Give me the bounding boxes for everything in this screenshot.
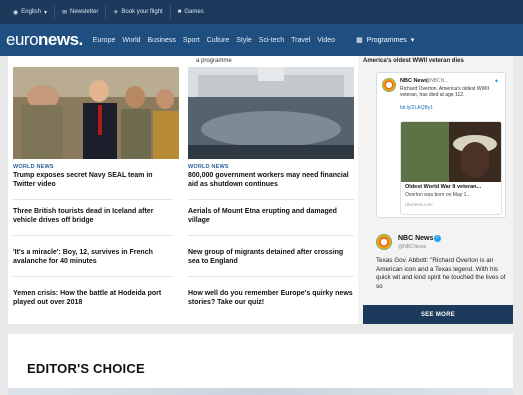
tweet-author: NBC News: [400, 78, 428, 84]
tweet-link-card[interactable]: Oldest World War II veteran... Overton w…: [400, 121, 502, 215]
chevron-down-icon: ▾: [43, 9, 47, 16]
games-label: Games: [184, 9, 204, 15]
nav-sport[interactable]: Sport: [183, 37, 200, 44]
nbc-name: NBC News: [398, 235, 434, 242]
verified-check-icon: ✓: [434, 235, 441, 242]
capitol-photo: [188, 67, 354, 159]
editors-choice-section: EDITOR'S CHOICE: [8, 334, 513, 395]
newsletter-label: Newsletter: [69, 9, 99, 15]
grid-icon: ▦: [356, 37, 363, 44]
editors-choice-thumbnails[interactable]: [8, 388, 513, 395]
trump-troops-photo: [13, 67, 179, 159]
tweet-link[interactable]: bit.ly/2LAQBy1: [400, 105, 502, 111]
card-description: Overton was born on May 1...: [405, 192, 471, 198]
twitter-bird-icon: ✦: [493, 79, 499, 85]
euronews-logo[interactable]: euronews.: [6, 30, 83, 50]
divider: [13, 199, 173, 200]
nav-style[interactable]: Style: [236, 37, 252, 44]
headline-link[interactable]: 800,000 government workers may need fina…: [188, 172, 354, 189]
veteran-image: [401, 122, 501, 182]
games-link[interactable]: ■ Games: [171, 5, 211, 19]
nav-europe[interactable]: Europe: [93, 37, 116, 44]
logo-text-b: news.: [38, 30, 83, 49]
book-flight-label: Book your flight: [121, 9, 163, 15]
globe-icon: ◉: [13, 9, 19, 16]
nbc-peacock-avatar: [376, 234, 392, 250]
headline-link[interactable]: Three British tourists dead in Iceland a…: [13, 208, 173, 225]
tweet-handle: @NBCN...: [425, 78, 449, 84]
language-selector[interactable]: ◉ English ▾: [6, 5, 55, 19]
tweet-text: Richard Overton, America's oldest WWII v…: [400, 86, 490, 98]
veteran-photo: [401, 122, 501, 182]
top-utility-bar: ◉ English ▾ ✉ Newsletter ✈ Book your fli…: [0, 0, 523, 24]
nav-world[interactable]: World: [122, 37, 140, 44]
chevron-down-icon: ▾: [410, 37, 415, 44]
programmes-label: Programmes: [366, 36, 407, 44]
category-label[interactable]: WORLD NEWS: [188, 164, 229, 170]
page: ◉ English ▾ ✉ Newsletter ✈ Book your fli…: [0, 0, 523, 395]
book-flight-link[interactable]: ✈ Book your flight: [106, 5, 171, 19]
headline-link[interactable]: Yemen crisis: How the battle at Hodeida …: [13, 290, 173, 307]
plane-icon: ✈: [113, 9, 119, 16]
nav-travel[interactable]: Travel: [291, 37, 310, 44]
nav-culture[interactable]: Culture: [207, 37, 230, 44]
divider: [188, 235, 354, 236]
logo-text-a: euro: [6, 30, 39, 49]
mail-icon: ✉: [61, 9, 67, 16]
card-source: nbcnews.com: [405, 202, 433, 207]
nav-video[interactable]: Video: [317, 37, 335, 44]
nav-scitech[interactable]: Sci-tech: [259, 37, 284, 44]
embedded-tweet[interactable]: NBC News @NBCN... ✦ Richard Overton, Ame…: [376, 72, 506, 218]
sidebar: America's oldest WWII veteran dies NBC N…: [358, 56, 513, 324]
headline-link[interactable]: Trump exposes secret Navy SEAL team in T…: [13, 172, 173, 189]
sidebar-title[interactable]: America's oldest WWII veteran dies: [363, 58, 464, 64]
headline-link[interactable]: 'It's a miracle': Boy, 12, survives in F…: [13, 249, 173, 266]
headline-link[interactable]: Aerials of Mount Etna erupting and damag…: [188, 208, 354, 225]
newsletter-link[interactable]: ✉ Newsletter: [55, 5, 107, 19]
nav-business[interactable]: Business: [148, 37, 176, 44]
headline-link[interactable]: New group of migrants detained after cro…: [188, 249, 354, 266]
divider: [13, 235, 173, 236]
cut-off-text: a programme: [196, 58, 232, 64]
nbc-quote-text: Texas Gov. Abbott: "Richard Overton is a…: [376, 257, 506, 290]
headline-link[interactable]: How well do you remember Europe's quirky…: [188, 290, 354, 307]
language-label: English: [21, 9, 41, 15]
trump-troops-image[interactable]: [13, 67, 179, 159]
main-navbar: euronews. Europe World Business Sport Cu…: [0, 24, 523, 56]
category-label[interactable]: WORLD NEWS: [13, 164, 54, 170]
card-title: Oldest World War II veteran...: [405, 184, 482, 190]
gamepad-icon: ■: [177, 9, 182, 15]
divider: [13, 276, 173, 277]
divider: [188, 199, 354, 200]
capitol-image[interactable]: [188, 67, 354, 159]
see-more-button[interactable]: SEE MORE: [363, 305, 513, 324]
editors-choice-title: EDITOR'S CHOICE: [27, 361, 145, 376]
divider: [188, 276, 354, 277]
nbc-avatar: [382, 78, 396, 92]
nbc-profile-row[interactable]: NBC News ✓ @NBCNews: [376, 234, 506, 250]
nbc-handle: @NBCNews: [398, 244, 427, 250]
programmes-menu[interactable]: ▦ Programmes ▾: [356, 36, 415, 45]
